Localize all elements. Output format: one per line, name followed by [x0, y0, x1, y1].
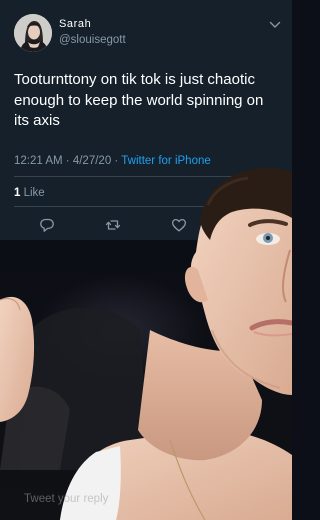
- reply-input-placeholder[interactable]: Tweet your reply: [24, 493, 108, 505]
- video-person-image: [0, 167, 292, 520]
